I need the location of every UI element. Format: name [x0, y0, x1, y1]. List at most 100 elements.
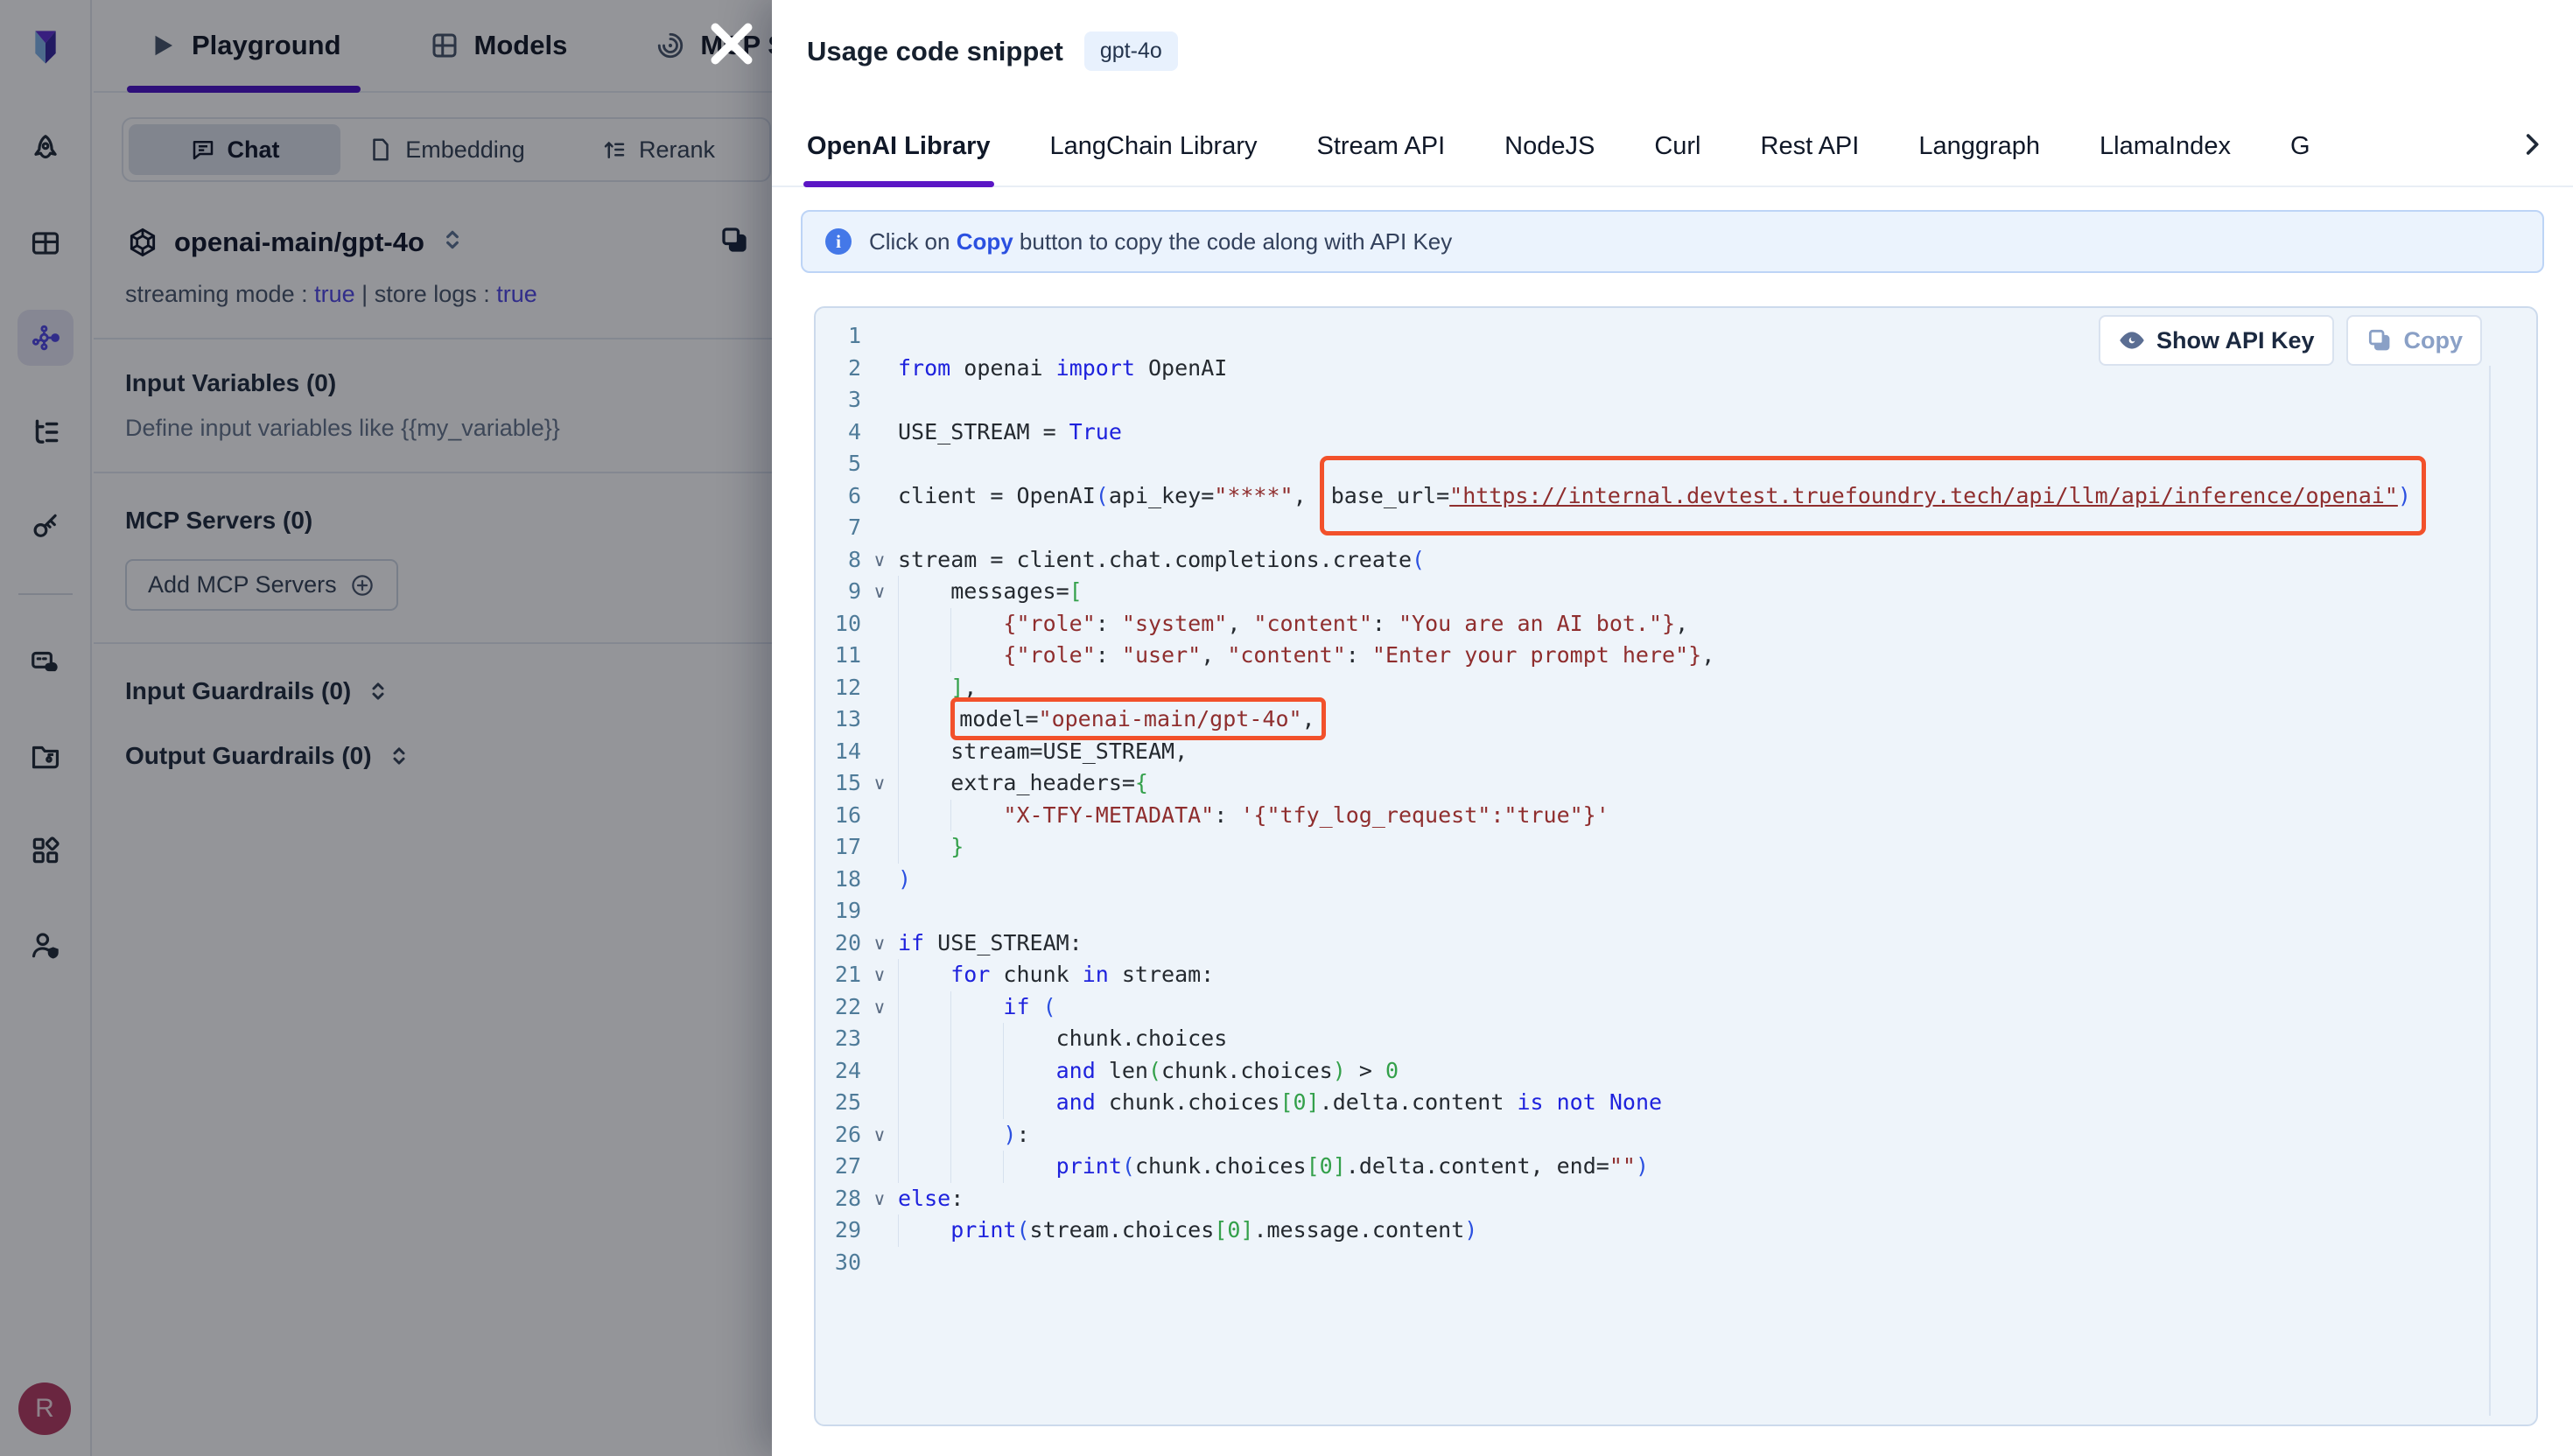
code-token: model=	[959, 706, 1038, 732]
tab-nodejs[interactable]: NodeJS	[1504, 107, 1595, 186]
code-token: "https://internal.devtest.truefoundry.te…	[1449, 483, 2398, 508]
code-token: }	[1662, 611, 1675, 636]
code-token: stream:	[1109, 962, 1214, 987]
code-line-text: stream = client.chat.completions.create(	[898, 544, 1425, 577]
close-icon[interactable]	[704, 16, 760, 72]
code-line-text: print(chunk.choices[0].delta.content, en…	[898, 1151, 1649, 1183]
code-line-text: from openai import OpenAI	[898, 353, 1227, 385]
fold-toggle-icon[interactable]: ∨	[861, 767, 898, 800]
tab-langchain-library[interactable]: LangChain Library	[1050, 107, 1258, 186]
fold-toggle-icon[interactable]: ∨	[861, 928, 898, 960]
fold-toggle-icon[interactable]: ∨	[861, 1183, 898, 1215]
fold-toggle-icon[interactable]: ∨	[861, 576, 898, 608]
indent-guide	[898, 1055, 950, 1088]
indent-guide	[950, 1023, 1003, 1055]
code-scrollbar[interactable]	[2489, 366, 2491, 1416]
modal-header: Usage code snippet gpt-4o	[772, 0, 2573, 71]
fold-gutter	[861, 480, 898, 513]
show-api-key-button[interactable]: Show API Key	[2099, 315, 2334, 366]
code-token: ,	[1302, 706, 1315, 732]
fold-gutter	[861, 1023, 898, 1055]
code-line: 13model="openai-main/gpt-4o",	[816, 704, 2473, 736]
indent-guide	[898, 1023, 950, 1055]
code-token: 0	[1227, 1217, 1240, 1242]
code-token: else	[898, 1186, 950, 1211]
code-token: )	[1333, 1058, 1346, 1083]
code-token: ""	[1609, 1153, 1636, 1179]
code-token: ]	[950, 675, 964, 700]
fold-toggle-icon[interactable]: ∨	[861, 544, 898, 577]
line-number: 22	[816, 991, 861, 1024]
tab-langgraph[interactable]: Langgraph	[1918, 107, 2040, 186]
code-token: :	[1372, 611, 1399, 636]
fold-toggle-icon[interactable]: ∨	[861, 959, 898, 991]
code-line: 30	[816, 1247, 2473, 1279]
line-number: 30	[816, 1247, 861, 1279]
code-token: ]	[1307, 1089, 1320, 1115]
code-token: chunk	[990, 962, 1082, 987]
code-line: 6client = OpenAI(api_key="****", base_ur…	[816, 480, 2473, 513]
line-number: 21	[816, 959, 861, 991]
tab-g[interactable]: G	[2290, 107, 2310, 186]
code-token: (	[1043, 994, 1056, 1019]
code-token: "role"	[1016, 611, 1095, 636]
code-line: 3	[816, 384, 2473, 416]
code-token: )	[898, 866, 911, 892]
line-number: 16	[816, 800, 861, 832]
code-line: 18)	[816, 864, 2473, 896]
fold-toggle-icon[interactable]: ∨	[861, 1119, 898, 1152]
code-token: ,	[1201, 642, 1227, 668]
code-line: 15∨extra_headers={	[816, 767, 2473, 800]
tab-stream-api[interactable]: Stream API	[1316, 107, 1445, 186]
tab-rest-api[interactable]: Rest API	[1761, 107, 1860, 186]
fold-gutter	[861, 1055, 898, 1088]
code-token: ,	[1294, 483, 1320, 508]
code-line-text: model="openai-main/gpt-4o",	[898, 704, 1326, 736]
code-token: }	[1688, 642, 1701, 668]
indent-guide	[898, 1151, 950, 1183]
code-token: stream=USE_STREAM,	[950, 738, 1188, 764]
copy-code-button[interactable]: Copy	[2346, 315, 2483, 366]
code-token: (	[1096, 483, 1109, 508]
code-token: )	[1464, 1217, 1477, 1242]
code-line: 25and chunk.choices[0].delta.content is …	[816, 1087, 2473, 1119]
code-token: and	[1056, 1089, 1096, 1115]
code-line-text: ):	[898, 1119, 1030, 1152]
code-line: 19	[816, 895, 2473, 928]
code-token: "content"	[1227, 642, 1345, 668]
code-token: (	[1148, 1058, 1161, 1083]
code-token: {	[1003, 611, 1016, 636]
code-line: 11{"role": "user", "content": "Enter you…	[816, 640, 2473, 672]
fold-gutter	[861, 1214, 898, 1247]
code-line-text: and len(chunk.choices) > 0	[898, 1055, 1399, 1088]
code-line: 20∨if USE_STREAM:	[816, 928, 2473, 960]
code-token: client = OpenAI	[898, 483, 1096, 508]
fold-gutter	[861, 416, 898, 449]
tab-llamaindex[interactable]: LlamaIndex	[2100, 107, 2231, 186]
code-token: import	[1056, 355, 1135, 381]
tab-openai-library[interactable]: OpenAI Library	[807, 107, 991, 186]
copy-label: Copy	[2404, 327, 2464, 354]
snippet-tab-bar: OpenAI Library LangChain Library Stream AP…	[772, 107, 2573, 187]
tabs-scroll-right-icon[interactable]	[2517, 130, 2547, 164]
line-number: 9	[816, 576, 861, 608]
code-token: :	[1214, 802, 1240, 828]
code-token: ,	[1675, 611, 1688, 636]
code-token: :	[1096, 611, 1122, 636]
code-token: "X-TFY-METADATA"	[1003, 802, 1214, 828]
code-token: ,	[1701, 642, 1714, 668]
fold-gutter	[861, 736, 898, 768]
code-line-text: {"role": "system", "content": "You are a…	[898, 608, 1688, 640]
code-token: OpenAI	[1135, 355, 1227, 381]
code-line: 17}	[816, 831, 2473, 864]
show-api-key-label: Show API Key	[2156, 327, 2315, 354]
fold-toggle-icon[interactable]: ∨	[861, 991, 898, 1024]
code-token: :	[950, 1186, 964, 1211]
indent-guide	[898, 800, 950, 832]
code-token: ,	[1227, 611, 1253, 636]
code-token: :	[1016, 1122, 1029, 1147]
tab-curl[interactable]: Curl	[1654, 107, 1700, 186]
code-line-text: extra_headers={	[898, 767, 1148, 800]
code-token: stream.choices	[1030, 1217, 1215, 1242]
code-token: "role"	[1016, 642, 1095, 668]
